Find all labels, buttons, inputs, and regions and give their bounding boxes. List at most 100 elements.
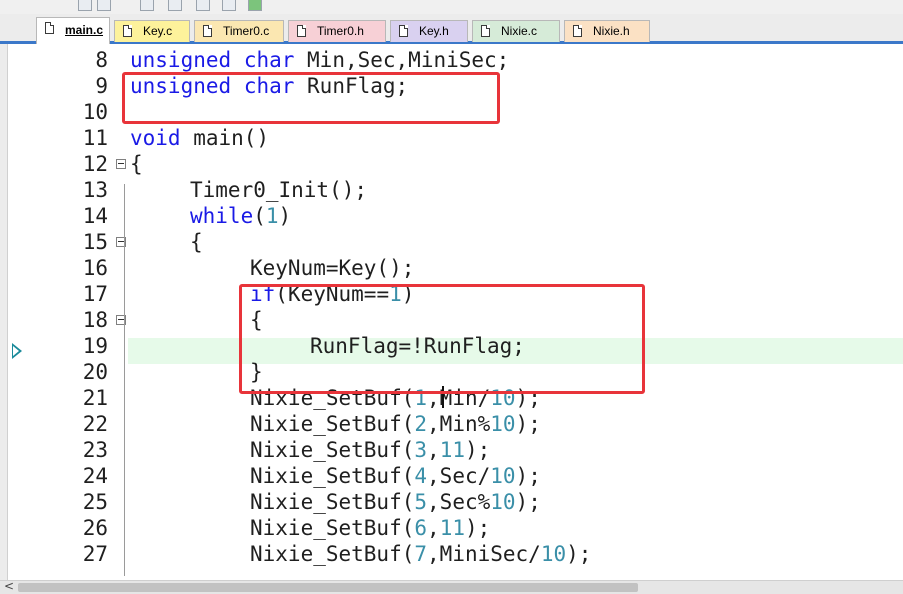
- line-number: 21: [82, 386, 108, 410]
- code-line[interactable]: 14 while(1): [0, 203, 903, 229]
- code-line[interactable]: 11 void main(): [0, 125, 903, 151]
- toolbar-pin-icon[interactable]: [222, 0, 236, 11]
- toolbar-copy-icon[interactable]: [168, 0, 182, 11]
- tab-timer0-h[interactable]: Timer0.h: [288, 20, 386, 42]
- toolbar-window-icon[interactable]: [140, 0, 154, 11]
- line-number: 19: [82, 334, 108, 358]
- tab-main-c[interactable]: main.c: [36, 17, 110, 44]
- arrow-inner: [13, 346, 19, 356]
- code-text: Nixie_SetBuf(6,11);: [250, 515, 490, 541]
- code-token: KeyNum=Key();: [250, 256, 415, 280]
- file-icon: [45, 22, 54, 34]
- code-text: {: [190, 229, 203, 255]
- code-text: Nixie_SetBuf(3,11);: [250, 437, 490, 463]
- keyword-token: void: [130, 126, 181, 150]
- code-line[interactable]: 13 Timer0_Init();: [0, 177, 903, 203]
- code-token: );: [566, 542, 592, 566]
- line-number: 15: [82, 230, 108, 254]
- number-token: 3: [414, 438, 428, 462]
- number-token: 2: [414, 412, 428, 436]
- toolbar-diamond-icon[interactable]: [196, 0, 210, 11]
- file-icon: [481, 25, 490, 37]
- code-text: Timer0_Init();: [190, 177, 367, 203]
- tab-timer0-c[interactable]: Timer0.c: [194, 20, 284, 42]
- tab-label: Nixie.c: [501, 24, 538, 38]
- code-token: ): [278, 204, 292, 228]
- line-number: 23: [82, 438, 108, 462]
- tab-nixie-h[interactable]: Nixie.h: [564, 20, 650, 42]
- highlight-box-runflag-decl: [122, 72, 500, 124]
- code-line[interactable]: 27 Nixie_SetBuf(7,MiniSec/10);: [0, 541, 903, 567]
- fold-minus-icon[interactable]: [116, 159, 126, 169]
- number-token: 11: [439, 516, 465, 540]
- line-number: 11: [82, 126, 108, 150]
- toolbar-wizard-icon[interactable]: [97, 0, 111, 11]
- tab-label: main.c: [65, 23, 104, 37]
- number-token: 4: [414, 464, 428, 488]
- tab-label: Key.h: [419, 24, 449, 38]
- code-line[interactable]: 22 Nixie_SetBuf(2,Min%10);: [0, 411, 903, 437]
- line-number: 20: [82, 360, 108, 384]
- code-text: Nixie_SetBuf(2,Min%10);: [250, 411, 541, 437]
- number-token: 10: [540, 542, 567, 566]
- tab-label: Timer0.h: [317, 24, 364, 38]
- code-line[interactable]: 24 Nixie_SetBuf(4,Sec/10);: [0, 463, 903, 489]
- code-line[interactable]: 25 Nixie_SetBuf(5,Sec%10);: [0, 489, 903, 515]
- line-number: 18: [82, 308, 108, 332]
- code-token: Nixie_SetBuf(: [250, 412, 415, 436]
- line-number: 24: [82, 464, 108, 488]
- line-number: 27: [82, 542, 108, 566]
- number-token: 5: [414, 490, 428, 514]
- code-text: while(1): [190, 203, 291, 229]
- tab-key-h[interactable]: Key.h: [390, 20, 468, 42]
- code-token: Nixie_SetBuf(: [250, 438, 415, 462]
- code-line[interactable]: 16 KeyNum=Key();: [0, 255, 903, 281]
- number-token: 10: [490, 490, 516, 514]
- scrollbar-thumb[interactable]: [18, 583, 638, 592]
- line-number: 12: [82, 152, 108, 176]
- file-icon: [573, 25, 582, 37]
- number-token: 10: [490, 464, 516, 488]
- line-number: 13: [82, 178, 108, 202]
- file-icon: [203, 25, 212, 37]
- code-line[interactable]: 26 Nixie_SetBuf(6,11);: [0, 515, 903, 541]
- line-number: 17: [82, 282, 108, 306]
- toolbar-checkbox-icon[interactable]: [78, 0, 92, 11]
- toolbar-build-icon[interactable]: [248, 0, 262, 11]
- line-number: 14: [82, 204, 108, 228]
- code-token: );: [515, 412, 541, 436]
- horizontal-scrollbar[interactable]: <: [0, 579, 903, 594]
- tab-nixie-c[interactable]: Nixie.c: [472, 20, 560, 42]
- keyword-token: unsigned: [130, 48, 232, 72]
- file-tab-bar: main.c Key.c Timer0.c Timer0.h Key.h Nix…: [0, 14, 903, 44]
- editor-left-border: [0, 44, 8, 580]
- code-token: {: [190, 230, 203, 254]
- file-icon: [123, 25, 132, 37]
- fold-guide-line: [124, 184, 125, 576]
- line-number: 8: [95, 48, 108, 72]
- toolbar: [0, 0, 903, 14]
- code-token: );: [515, 490, 541, 514]
- code-line[interactable]: 23 Nixie_SetBuf(3,11);: [0, 437, 903, 463]
- tab-key-c[interactable]: Key.c: [114, 20, 190, 42]
- line-number: 25: [82, 490, 108, 514]
- code-token: (: [253, 204, 266, 228]
- code-line[interactable]: 15 {: [0, 229, 903, 255]
- line-number: 16: [82, 256, 108, 280]
- code-token: {: [130, 152, 143, 176]
- code-token: ,MiniSec/: [427, 542, 541, 566]
- code-token: Nixie_SetBuf(: [250, 490, 415, 514]
- code-token: Timer0_Init();: [190, 178, 368, 202]
- code-token: Min,Sec,MiniSec;: [294, 48, 510, 72]
- code-line[interactable]: 12 {: [0, 151, 903, 177]
- scroll-left-arrow-icon[interactable]: <: [4, 579, 14, 593]
- file-icon: [297, 25, 306, 37]
- code-token: Nixie_SetBuf(: [250, 542, 415, 566]
- line-number: 22: [82, 412, 108, 436]
- tab-label: Timer0.c: [223, 24, 270, 38]
- code-token: );: [464, 516, 491, 540]
- code-token: );: [515, 464, 541, 488]
- code-line[interactable]: 8 unsigned char Min,Sec,MiniSec;: [0, 47, 903, 73]
- code-token: main(): [180, 126, 270, 150]
- code-token: ,: [427, 438, 440, 462]
